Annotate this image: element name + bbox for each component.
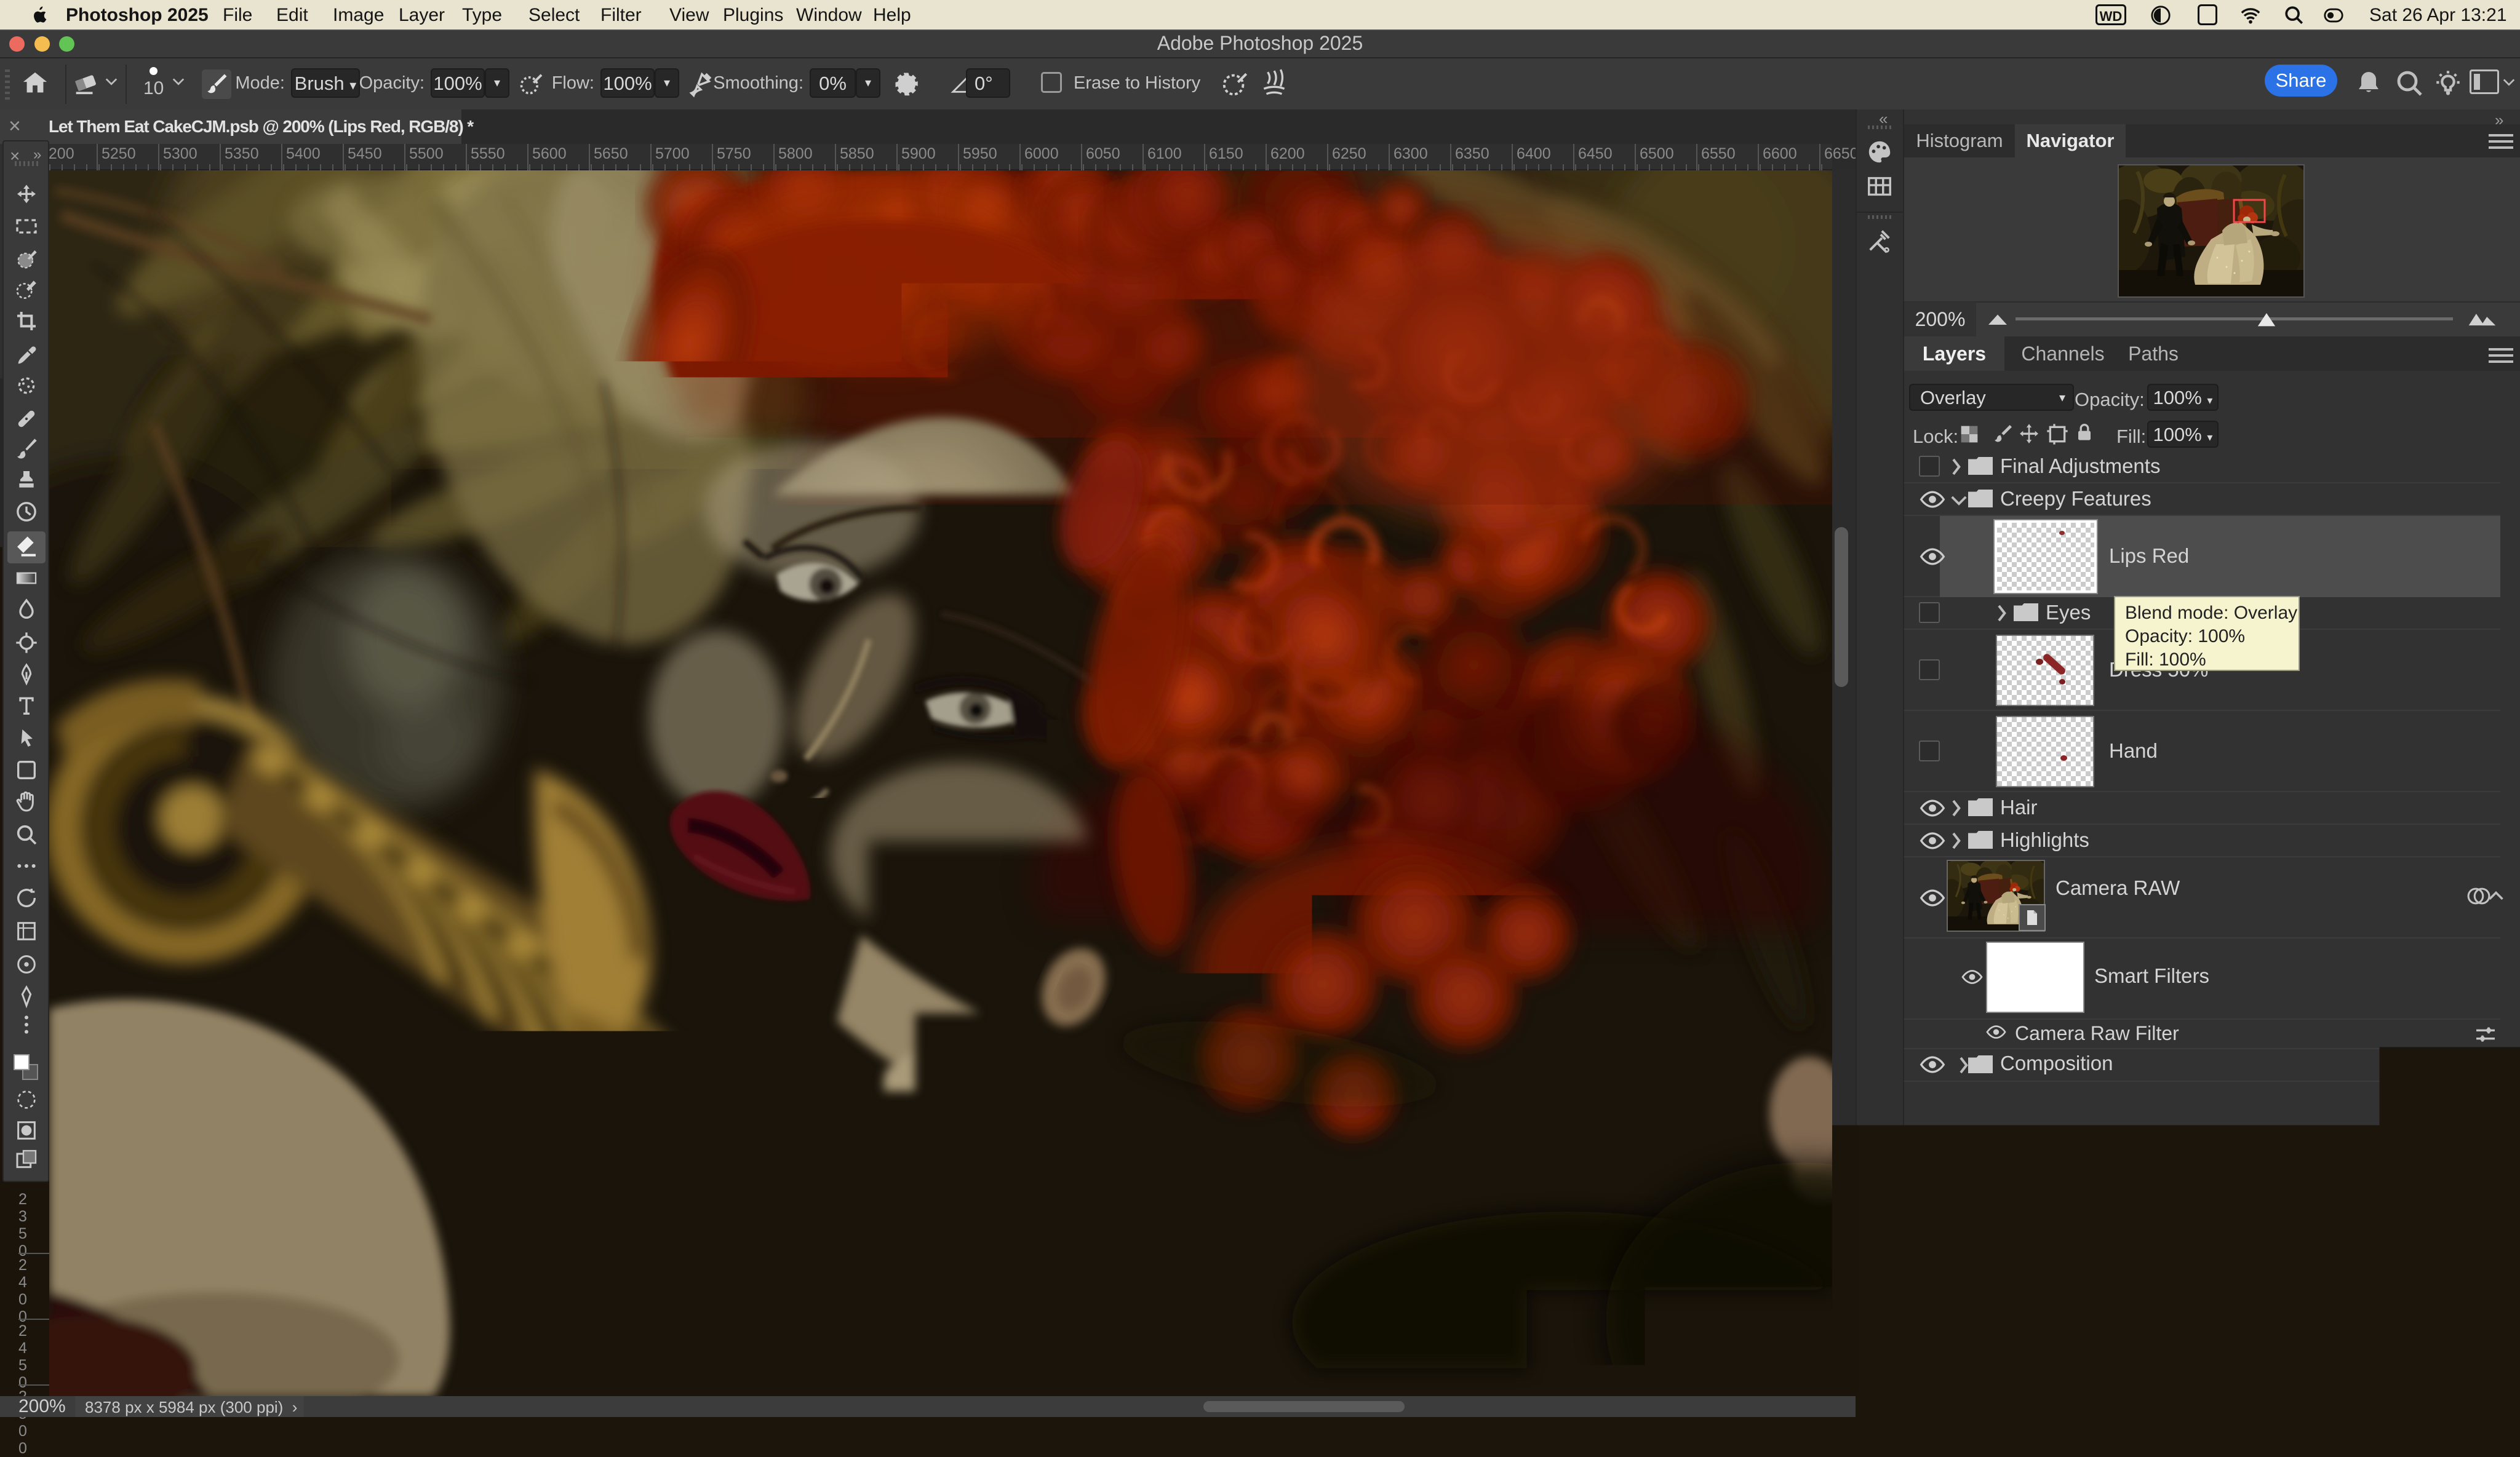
svg-text:fx: fx bbox=[2315, 1399, 2327, 1417]
